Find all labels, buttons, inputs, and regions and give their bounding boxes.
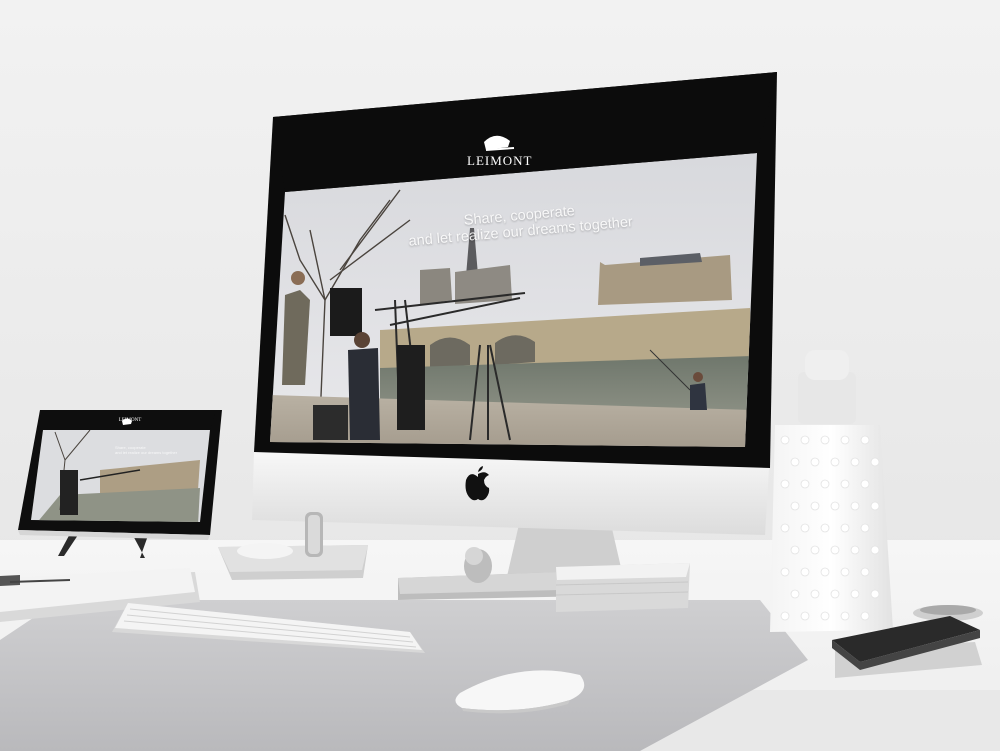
scene-illustration (0, 0, 1000, 751)
ipad-hero-line-2: and let realize our dreams together (115, 450, 178, 455)
imac-brand-logo: LEIMONT (467, 153, 533, 168)
desk-scene: LEIMONT Share, cooperate and let realize… (0, 0, 1000, 751)
ipad-hero-tagline: Share, cooperate and let realize our dre… (115, 445, 185, 455)
ipad-brand-logo: LEIMONT (118, 418, 142, 423)
